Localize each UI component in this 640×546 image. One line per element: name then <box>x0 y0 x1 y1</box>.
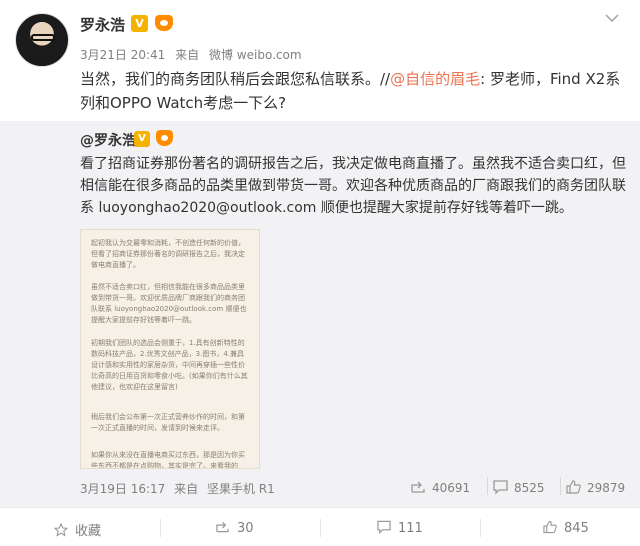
mention-link[interactable]: @自信的眉毛 <box>390 70 480 88</box>
like-button[interactable]: 845 <box>543 520 589 536</box>
verified-badge: V <box>131 15 148 32</box>
article-image[interactable]: 起初我认为交最零和消耗，不创造任何新的价值，但看了招商证券那份著名的调研报告之后… <box>80 229 260 469</box>
favorite-label: 收藏 <box>75 524 102 539</box>
avatar[interactable] <box>15 13 69 67</box>
author-name[interactable]: 罗永浩 <box>80 14 125 35</box>
article-paragraph: 稍后我们会公布第一次正式营养炒作的时间，和第一次正式直播的时间，发请到时候来走评… <box>91 413 245 432</box>
like-count: 29879 <box>587 481 626 495</box>
glasses-shape <box>31 34 55 41</box>
post-meta: 3月21日 20:41 来自 微博 weibo.com <box>80 46 308 63</box>
original-meta: 3月19日 16:17 来自 坚果手机 R1 <box>80 480 280 497</box>
repost-box: @罗永浩 V 看了招商证券那份著名的调研报告之后，我决定做电商直播了。虽然我不适… <box>0 121 640 507</box>
thumbs-up-icon <box>543 520 557 534</box>
repost-button[interactable]: 30 <box>216 520 254 536</box>
article-paragraph: 起初我认为交最零和消耗，不创造任何新的价值，但看了招商证券那份著名的调研报告之后… <box>91 239 245 269</box>
star-icon <box>53 522 69 537</box>
action-divider <box>480 519 481 537</box>
original-date[interactable]: 3月19日 16:17 <box>80 482 165 496</box>
article-paragraph: 虽然不适合卖口红，但相信我能在很多商品品类里做到带货一哥。欢迎优质品牌厂商跟我们… <box>91 283 247 324</box>
action-bar: 收藏 30 111 845 <box>0 507 640 546</box>
chevron-down-icon[interactable] <box>604 12 622 26</box>
forward-icon <box>411 480 426 497</box>
action-divider <box>320 519 321 537</box>
comment-icon <box>377 520 391 535</box>
post-text: 当然，我们的商务团队稍后会跟您私信联系。//@自信的眉毛: 罗老师，Find X… <box>80 67 628 115</box>
forward-stat[interactable]: 40691 <box>411 480 470 497</box>
article-paragraph: 初期我们团队的选品会侧重于，1.具有创新特性的数码科技产品，2.优秀文创产品，3… <box>91 339 248 391</box>
shoulders-shape <box>22 52 64 66</box>
article-paragraph: 如果你从来没在直播电商买过东西，那是因为你买些东西不都是在点购物，其实是完了。来… <box>91 451 245 469</box>
forward-icon <box>216 520 230 534</box>
comment-count: 8525 <box>514 481 545 495</box>
forward-count: 40691 <box>432 481 471 495</box>
original-source-prefix: 来自 <box>174 482 199 496</box>
comment-icon <box>493 480 508 497</box>
like-count: 845 <box>564 521 589 536</box>
thumbs-up-icon <box>566 480 581 497</box>
favorite-button[interactable]: 收藏 <box>53 520 102 539</box>
like-stat[interactable]: 29879 <box>566 480 625 497</box>
vip-crown-icon <box>155 130 175 147</box>
original-text: 看了招商证券那份著名的调研报告之后，我决定做电商直播了。虽然我不适合卖口红，但相… <box>80 156 626 216</box>
post-text-part1: 当然，我们的商务团队稍后会跟您私信联系。// <box>80 70 391 88</box>
comment-count: 111 <box>398 521 423 536</box>
post-date[interactable]: 3月21日 20:41 <box>80 48 165 62</box>
action-divider <box>160 519 161 537</box>
stat-divider <box>560 477 561 495</box>
verified-badge: V <box>134 131 150 147</box>
original-author[interactable]: @罗永浩 <box>80 130 136 150</box>
vip-crown-icon <box>153 14 175 32</box>
post-source[interactable]: 微博 weibo.com <box>209 48 302 62</box>
comment-button[interactable]: 111 <box>377 520 423 536</box>
stat-divider <box>487 477 488 495</box>
comment-stat[interactable]: 8525 <box>493 480 545 497</box>
repost-count: 30 <box>237 521 254 536</box>
post-source-prefix: 来自 <box>175 48 200 62</box>
original-source[interactable]: 坚果手机 R1 <box>207 482 275 496</box>
weibo-post-card: 罗永浩 V 3月21日 20:41 来自 微博 weibo.com 当然，我们的… <box>0 0 640 546</box>
